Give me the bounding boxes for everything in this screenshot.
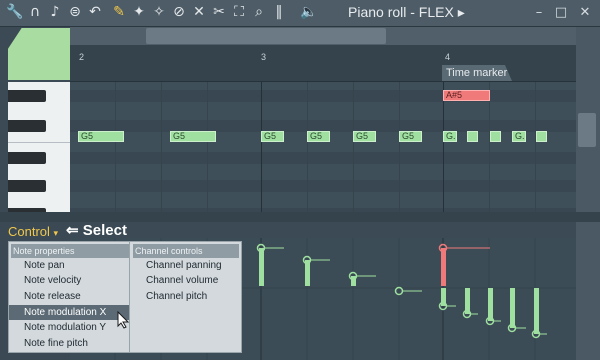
piano-keyboard[interactable] — [8, 82, 70, 212]
magnet-icon[interactable]: ∩ — [26, 3, 44, 21]
delete-icon[interactable]: ⊘ — [170, 3, 188, 21]
menu-header: Channel controls — [133, 244, 239, 258]
bar-line — [261, 82, 262, 212]
note-g5[interactable] — [467, 131, 478, 142]
minimize-button[interactable]: – — [530, 4, 548, 22]
undo-icon[interactable]: ↶ — [86, 3, 104, 21]
menu-icon[interactable]: ⊜ — [66, 3, 84, 21]
grid-line — [307, 82, 308, 212]
close-button[interactable]: ✕ — [576, 4, 594, 22]
control-dropdown-menu: Note properties Note pan Note velocity N… — [8, 241, 242, 353]
menu-item-channel-panning[interactable]: Channel panning — [131, 258, 241, 273]
time-marker[interactable]: Time marker — [442, 65, 512, 81]
bar-number: 2 — [79, 52, 85, 62]
note-g5[interactable]: G. — [512, 131, 526, 142]
grid-line — [353, 82, 354, 212]
menu-item-note-pan[interactable]: Note pan — [9, 258, 129, 273]
title-bar: 🔧 ∩ ♪ ⊜ ↶ ✎ ✦ ✧ ⊘ ✕ ✂ ⛶ ⌕ ‖ 🔈 Piano roll… — [0, 0, 600, 27]
zoom-icon[interactable]: ⌕ — [250, 3, 268, 21]
note-grid[interactable]: A#5 G5 G5 G5 G5 G5 G5 G. G. — [70, 82, 576, 212]
control-label[interactable]: Control — [8, 224, 50, 239]
chevron-down-icon[interactable]: ▾ — [54, 228, 59, 238]
menu-item-channel-pitch[interactable]: Channel pitch — [131, 289, 241, 304]
menu-item-note-velocity[interactable]: Note velocity — [9, 273, 129, 288]
grid-line — [399, 82, 400, 212]
grid-row — [70, 90, 576, 102]
tool-box[interactable] — [8, 28, 70, 80]
bar-line — [443, 82, 444, 212]
select-annotation: ⇐ Select — [66, 221, 127, 239]
select-icon[interactable]: ⛶ — [230, 3, 248, 21]
black-key[interactable] — [8, 180, 46, 192]
title-arrow-icon[interactable]: ▸ — [458, 4, 465, 20]
erase-icon[interactable]: ✧ — [150, 3, 168, 21]
paint-icon[interactable]: ✦ — [130, 3, 148, 21]
note-icon[interactable]: ♪ — [46, 3, 64, 21]
window-title-text: Piano roll - FLEX — [348, 4, 454, 20]
level-markers — [256, 243, 547, 339]
control-selector[interactable]: Control ▾ — [8, 224, 58, 239]
note-g5[interactable]: G5 — [307, 131, 330, 142]
note-a5[interactable]: A#5 — [443, 90, 490, 101]
menu-item-channel-volume[interactable]: Channel volume — [131, 273, 241, 288]
note-g5[interactable]: G5 — [170, 131, 216, 142]
grid-line — [115, 82, 116, 212]
black-key[interactable] — [8, 152, 46, 164]
grid-row — [70, 180, 576, 192]
note-g5[interactable]: G. — [443, 131, 457, 142]
event-editor-scrollbar[interactable] — [576, 222, 600, 360]
slice-icon[interactable]: ✂ — [210, 3, 228, 21]
note-g5[interactable]: G5 — [353, 131, 376, 142]
speaker-icon[interactable]: 🔈 — [300, 3, 318, 21]
grid-line — [161, 82, 162, 212]
key-divider — [8, 142, 70, 143]
note-g5[interactable]: G5 — [78, 131, 124, 142]
menu-header: Note properties — [11, 244, 129, 258]
menu-divider — [129, 241, 130, 353]
note-g5[interactable] — [490, 131, 501, 142]
black-key[interactable] — [8, 90, 46, 102]
vertical-scroll-thumb[interactable] — [578, 113, 596, 147]
cursor-icon — [117, 311, 130, 329]
menu-item-note-release[interactable]: Note release — [9, 289, 129, 304]
menu-item-note-modulation-x[interactable]: Note modulation X — [9, 305, 129, 320]
black-key[interactable] — [8, 120, 46, 132]
channel-controls-column: Channel controls Channel panning Channel… — [131, 242, 241, 352]
horizontal-scroll-thumb[interactable] — [146, 28, 386, 44]
playback-icon[interactable]: ‖ — [270, 3, 288, 21]
note-g5[interactable] — [536, 131, 547, 142]
bar-number: 3 — [261, 52, 267, 62]
grid-line — [489, 82, 490, 212]
note-properties-column: Note properties Note pan Note velocity N… — [9, 242, 129, 352]
note-g5[interactable]: G5 — [399, 131, 422, 142]
menu-item-note-fine-pitch[interactable]: Note fine pitch — [9, 336, 129, 351]
maximize-button[interactable]: □ — [552, 4, 570, 22]
grid-line — [535, 82, 536, 212]
grid-line — [207, 82, 208, 212]
window-title: Piano roll - FLEX ▸ — [348, 4, 465, 21]
select-annotation-text: Select — [82, 222, 127, 239]
pencil-icon[interactable]: ✎ — [110, 3, 128, 21]
arrow-left-icon: ⇐ — [66, 222, 79, 239]
wrench-icon[interactable]: 🔧 — [6, 3, 24, 21]
grid-row — [70, 152, 576, 164]
mute-icon[interactable]: ✕ — [190, 3, 208, 21]
note-g5[interactable]: G5 — [261, 131, 284, 142]
bar-number: 4 — [445, 52, 451, 62]
menu-item-note-modulation-y[interactable]: Note modulation Y — [9, 320, 129, 335]
